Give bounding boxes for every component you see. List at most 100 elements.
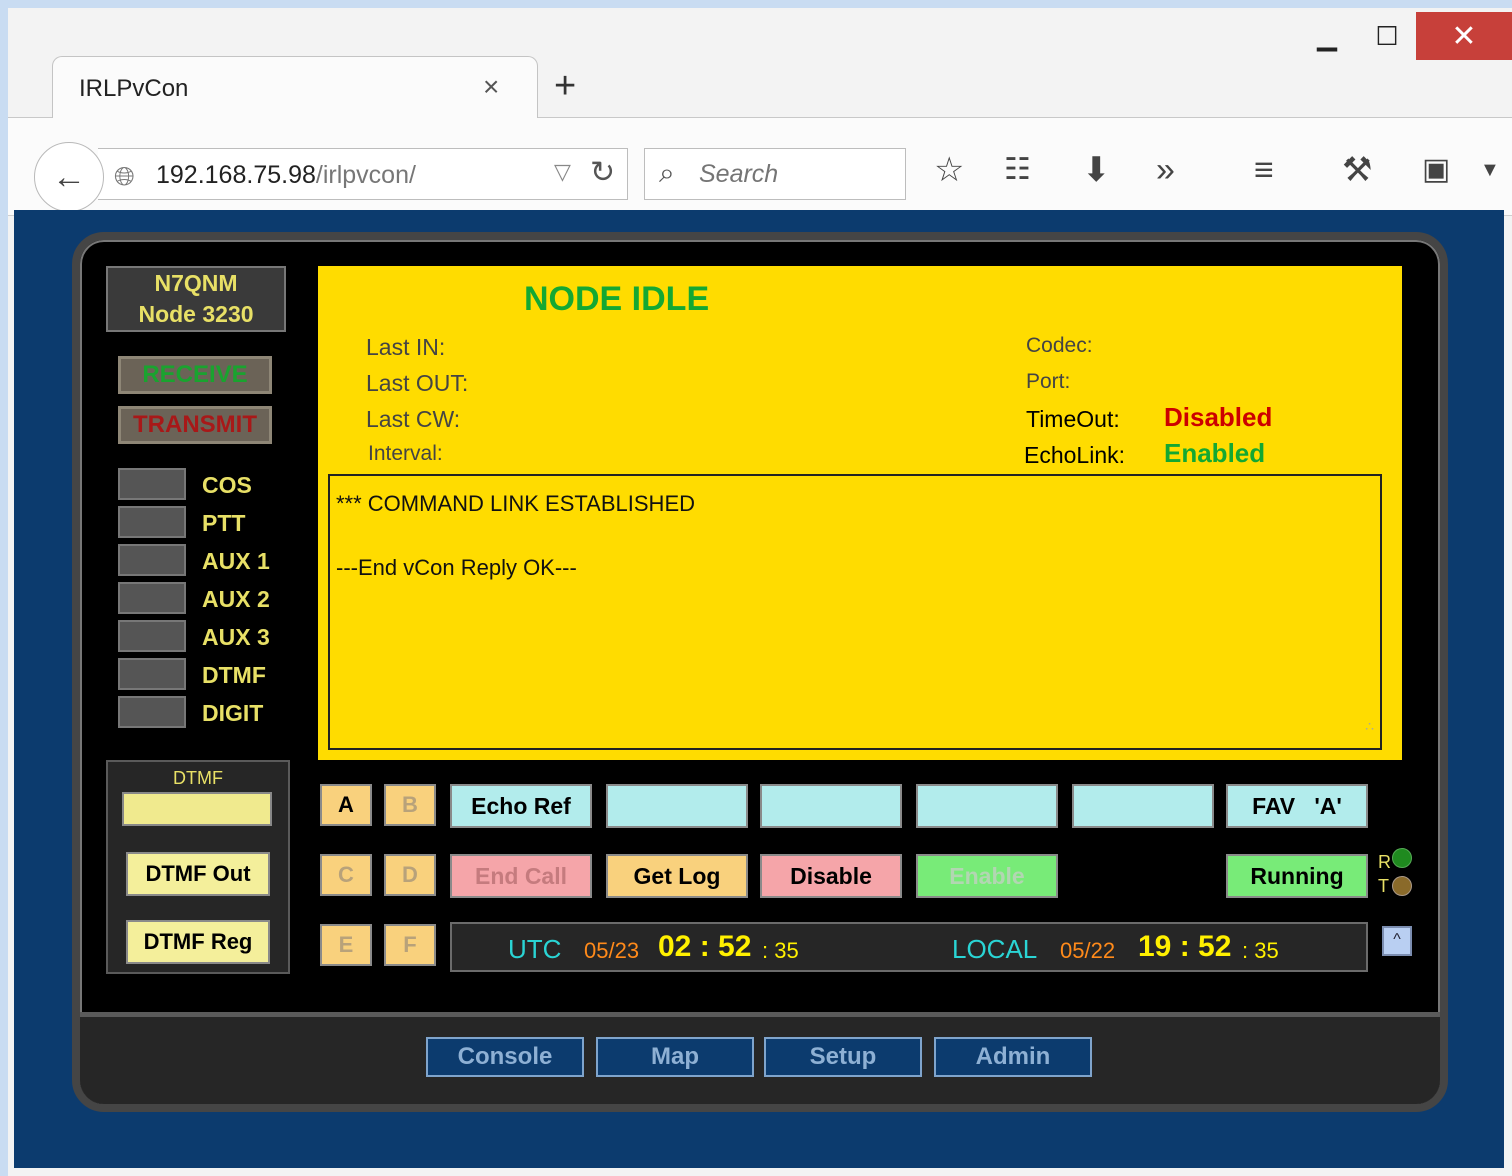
dtmf-reg-button[interactable]: DTMF Reg — [126, 920, 270, 964]
nav-admin-button[interactable]: Admin — [934, 1037, 1092, 1077]
addon-dropdown-icon[interactable]: ▼ — [1480, 150, 1500, 190]
tab-title: IRLPvCon — [79, 75, 189, 102]
key-d-button[interactable]: D — [384, 854, 436, 896]
codec-label: Codec: — [1026, 334, 1093, 357]
tab-close-icon[interactable]: × — [483, 71, 499, 103]
led-t-label: T — [1378, 876, 1389, 896]
indicator-cos: COS — [118, 468, 338, 502]
log-line: ---End vCon Reply OK--- — [336, 555, 577, 580]
nav-map-button[interactable]: Map — [596, 1037, 754, 1077]
url-bar[interactable]: 🌐︎ 192.168.75.98/irlpvcon/ ▽ ↻ — [98, 148, 628, 200]
blank-button-1[interactable] — [606, 784, 748, 828]
transmit-indicator: TRANSMIT — [118, 406, 272, 444]
menu-icon[interactable]: ≡ — [1254, 150, 1274, 190]
page-content: N7QNM Node 3230 RECEIVE TRANSMIT COS PTT… — [14, 210, 1504, 1168]
timeout-value: Disabled — [1164, 402, 1273, 432]
irlp-console-panel: N7QNM Node 3230 RECEIVE TRANSMIT COS PTT… — [72, 232, 1448, 1112]
receive-indicator: RECEIVE — [118, 356, 272, 394]
download-icon[interactable]: ⬇ — [1082, 150, 1111, 190]
indicator-dtmf: DTMF — [118, 658, 338, 692]
lamp — [118, 696, 186, 728]
back-button[interactable]: ← — [34, 142, 104, 212]
key-e-button[interactable]: E — [320, 924, 372, 966]
maximize-button[interactable]: ☐ — [1358, 12, 1416, 60]
resize-grip-icon[interactable]: ∴ — [1365, 710, 1374, 742]
led-r-label: R — [1378, 852, 1391, 872]
get-log-button[interactable]: Get Log — [606, 854, 748, 898]
local-date: 05/22 — [1060, 938, 1116, 963]
title-bar: ▁ ☐ ✕ IRLPvCon × + — [8, 8, 1512, 118]
fav-a-button[interactable]: FAV 'A' — [1226, 784, 1368, 828]
key-f-button[interactable]: F — [384, 924, 436, 966]
timeout-label: TimeOut: — [1026, 406, 1120, 432]
reload-icon[interactable]: ↻ — [590, 155, 615, 190]
addon-tool-icon[interactable]: ⚒ — [1342, 150, 1372, 190]
echo-ref-button[interactable]: Echo Ref — [450, 784, 592, 828]
overflow-chevron-icon[interactable]: » — [1156, 150, 1175, 190]
indicator-aux1: AUX 1 — [118, 544, 338, 578]
utc-date: 05/23 — [584, 938, 640, 963]
lamp — [118, 658, 186, 690]
lamp — [118, 620, 186, 652]
dtmf-panel: DTMF DTMF Out DTMF Reg — [106, 760, 290, 974]
interval-label: Interval: — [368, 442, 443, 465]
search-input[interactable] — [699, 160, 899, 189]
receive-led — [1392, 848, 1412, 868]
shield-addon-icon[interactable]: ▣ — [1422, 150, 1450, 190]
status-panel: NODE IDLE Last IN: Last OUT: Last CW: In… — [318, 266, 1402, 760]
lamp — [118, 468, 186, 500]
footer-nav: Console Map Setup Admin — [80, 1012, 1440, 1104]
minimize-button[interactable]: ▁ — [1298, 12, 1356, 60]
echolink-label: EchoLink: — [1024, 442, 1126, 468]
new-tab-button[interactable]: + — [554, 66, 576, 106]
disable-button[interactable]: Disable — [760, 854, 902, 898]
running-button[interactable]: Running — [1226, 854, 1368, 898]
lamp — [118, 544, 186, 576]
command-log[interactable]: *** COMMAND LINK ESTABLISHED ---End vCon… — [328, 474, 1382, 750]
reading-list-icon[interactable]: ☷ — [1004, 150, 1031, 190]
utc-time: 02 : 52 — [658, 930, 752, 963]
last-out-label: Last OUT: — [366, 370, 469, 396]
back-arrow-icon: ← — [52, 157, 86, 196]
utc-seconds: : 35 — [762, 938, 799, 963]
globe-icon: 🌐︎ — [114, 161, 135, 191]
local-seconds: : 35 — [1242, 938, 1279, 963]
dtmf-input[interactable] — [122, 792, 272, 826]
browser-tab[interactable]: IRLPvCon × — [52, 56, 538, 118]
search-icon: ⌕ — [659, 157, 675, 188]
last-cw-label: Last CW: — [366, 406, 461, 432]
indicator-digit: DIGIT — [118, 696, 338, 730]
blank-button-3[interactable] — [916, 784, 1058, 828]
blank-button-2[interactable] — [760, 784, 902, 828]
last-in-label: Last IN: — [366, 334, 446, 360]
local-time: 19 : 52 — [1138, 930, 1232, 963]
enable-button[interactable]: Enable — [916, 854, 1058, 898]
callsign-box: N7QNM Node 3230 — [106, 266, 286, 332]
nav-console-button[interactable]: Console — [426, 1037, 584, 1077]
log-line: *** COMMAND LINK ESTABLISHED — [336, 491, 696, 516]
collapse-arrow-button[interactable]: ^ — [1382, 926, 1412, 956]
dtmf-out-button[interactable]: DTMF Out — [126, 852, 270, 896]
dtmf-title: DTMF — [173, 768, 223, 788]
clock-display: UTC 05/23 02 : 52 : 35 LOCAL 05/22 19 : … — [450, 922, 1368, 972]
callsign: N7QNM — [154, 270, 238, 296]
indicator-aux3: AUX 3 — [118, 620, 338, 654]
key-b-button[interactable]: B — [384, 784, 436, 826]
bookmark-star-icon[interactable]: ☆ — [934, 150, 964, 190]
key-c-button[interactable]: C — [320, 854, 372, 896]
close-window-button[interactable]: ✕ — [1416, 12, 1512, 60]
search-box[interactable]: ⌕ — [644, 148, 906, 200]
nav-setup-button[interactable]: Setup — [764, 1037, 922, 1077]
transmit-led — [1392, 876, 1412, 896]
port-label: Port: — [1026, 370, 1071, 393]
url-dropdown-icon[interactable]: ▽ — [554, 159, 571, 185]
lamp — [118, 506, 186, 538]
lamp — [118, 582, 186, 614]
end-call-button[interactable]: End Call — [450, 854, 592, 898]
key-a-button[interactable]: A — [320, 784, 372, 826]
blank-button-4[interactable] — [1072, 784, 1214, 828]
navigation-toolbar: 🌐︎ 192.168.75.98/irlpvcon/ ▽ ↻ ← ⌕ ☆ ☷ ⬇… — [8, 118, 1512, 216]
local-label: LOCAL — [952, 934, 1038, 964]
url-text[interactable]: 192.168.75.98/irlpvcon/ — [156, 161, 416, 190]
